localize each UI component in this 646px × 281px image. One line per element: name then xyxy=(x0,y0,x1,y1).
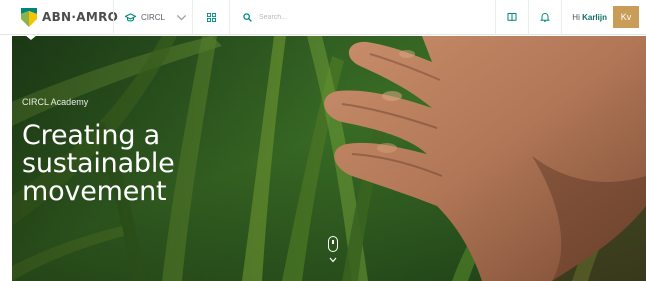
user-first-name: Karlijn xyxy=(582,12,607,22)
chevron-down-icon xyxy=(176,14,187,21)
headline-line: movement xyxy=(22,176,167,207)
bell-icon xyxy=(540,13,550,22)
top-navigation-bar: ABN·AMRO CIRCL Search... Hi Karlijn Kv xyxy=(0,0,646,35)
abn-amro-shield-icon xyxy=(21,7,37,27)
context-switcher[interactable]: CIRCL xyxy=(114,0,192,35)
active-indicator-notch xyxy=(25,35,37,40)
hero-banner: CIRCL Academy Creating a sustainable mov… xyxy=(12,36,646,281)
hero-headline: Creating a sustainable movement xyxy=(22,122,282,206)
headline-line: sustainable xyxy=(22,148,175,179)
search-icon xyxy=(243,12,252,22)
search-bar xyxy=(230,0,495,35)
divider xyxy=(561,0,563,35)
user-greeting: Hi Karlijn xyxy=(572,13,607,22)
book-icon xyxy=(507,13,517,22)
notifications-button[interactable] xyxy=(529,0,561,35)
greeting-word: Hi xyxy=(572,12,580,22)
search-input[interactable] xyxy=(259,13,459,21)
brand-name: ABN·AMRO xyxy=(42,10,119,24)
library-button[interactable] xyxy=(496,0,528,35)
apps-launcher-button[interactable] xyxy=(193,0,229,35)
grid-icon xyxy=(206,12,216,22)
context-label: CIRCL xyxy=(141,12,166,22)
hero-eyebrow: CIRCL Academy xyxy=(22,97,89,107)
brand-logo[interactable]: ABN·AMRO xyxy=(0,0,118,35)
scroll-mouse-icon[interactable] xyxy=(328,236,338,252)
graduation-cap-icon xyxy=(125,12,136,22)
chevron-down-icon[interactable] xyxy=(329,257,337,263)
headline-line: Creating a xyxy=(22,120,160,151)
user-avatar[interactable]: Kv xyxy=(613,6,639,28)
